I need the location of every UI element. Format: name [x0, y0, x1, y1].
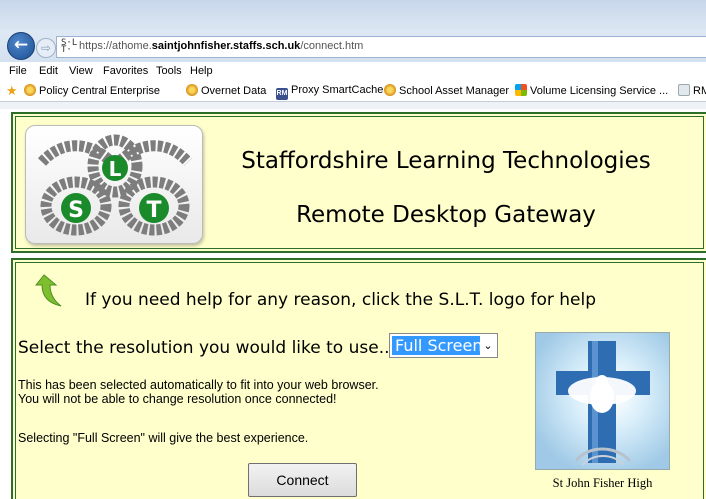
info-auto-selected: This has been selected automatically to … — [18, 378, 379, 392]
browser-content-border — [0, 101, 706, 109]
favorite-label: RM — [693, 85, 706, 97]
help-arrow-icon — [35, 274, 62, 307]
favorite-volume-licensing[interactable]: Volume Licensing Service ... — [515, 84, 668, 97]
favorite-proxy-smartcache[interactable]: RM Proxy SmartCache — [276, 84, 383, 100]
logo-letter-s: S — [68, 198, 84, 223]
favorite-rm[interactable]: RM — [678, 84, 706, 97]
favorite-school-asset-manager[interactable]: School Asset Manager — [384, 84, 509, 97]
favorite-label: School Asset Manager — [399, 85, 510, 97]
page-subtitle: Remote Desktop Gateway — [296, 202, 596, 228]
resolution-selected-value: Full Screen — [392, 336, 480, 355]
menu-help[interactable]: Help — [190, 65, 213, 77]
rm-icon: RM — [276, 88, 288, 100]
slt-knot-logo: L S T — [37, 134, 193, 236]
menu-edit[interactable]: Edit — [39, 65, 58, 77]
url-path: /connect.htm — [300, 40, 364, 52]
help-text: If you need help for any reason, click t… — [85, 290, 597, 310]
ie-icon — [186, 84, 198, 96]
favorite-label: Policy Central Enterprise — [39, 85, 161, 97]
logo-letter-l: L — [109, 157, 122, 181]
header-panel: L S T Staffordshire Learning Technologie… — [11, 112, 706, 253]
resolution-label: Select the resolution you would like to … — [18, 338, 395, 358]
favorite-label: Proxy SmartCache — [291, 84, 384, 96]
info-best-experience: Selecting "Full Screen" will give the be… — [18, 431, 309, 445]
menu-favorites[interactable]: Favorites — [103, 65, 148, 77]
cross-dove-icon — [556, 341, 650, 466]
favorite-label: Overnet Data — [201, 85, 267, 97]
menu-view[interactable]: View — [69, 65, 93, 77]
favorites-bar: ★ Policy Central Enterprise Overnet Data… — [0, 80, 706, 102]
back-button[interactable]: ← — [7, 32, 35, 60]
forward-button[interactable]: ⇨ — [36, 38, 56, 58]
favorite-overnet-data[interactable]: Overnet Data — [186, 84, 266, 97]
menu-file[interactable]: File — [9, 65, 27, 77]
favorites-star-icon[interactable]: ★ — [6, 84, 21, 97]
logo-letter-t: T — [146, 198, 161, 223]
info-cannot-change: You will not be able to change resolutio… — [18, 392, 337, 406]
ie-icon — [24, 84, 36, 96]
connect-button[interactable]: Connect — [248, 463, 357, 497]
menu-bar: File Edit View Favorites Tools Help — [0, 62, 706, 80]
address-bar[interactable]: S·L T· https://athome.saintjohnfisher.sta… — [56, 36, 706, 58]
ie-icon — [384, 84, 396, 96]
url-prefix: https://athome. — [79, 40, 152, 52]
school-cross-image — [535, 332, 670, 470]
resolution-select[interactable]: Full Screen ⌄ — [389, 333, 498, 358]
favorite-policy-central[interactable]: Policy Central Enterprise — [24, 84, 160, 97]
document-icon — [678, 84, 690, 96]
connect-panel: If you need help for any reason, click t… — [11, 258, 706, 499]
url-domain: saintjohnfisher.staffs.sch.uk — [151, 40, 301, 52]
browser-titlebar — [0, 0, 706, 30]
favorite-label: Volume Licensing Service ... — [530, 85, 669, 97]
page-title: Staffordshire Learning Technologies — [241, 148, 651, 174]
menu-tools[interactable]: Tools — [156, 65, 182, 77]
image-caption: St John Fisher High — [552, 476, 653, 490]
slt-logo[interactable]: L S T — [25, 125, 203, 244]
url-text: https://athome.saintjohnfisher.staffs.sc… — [79, 40, 363, 52]
chevron-down-icon: ⌄ — [483, 339, 493, 352]
site-icon: S·L T· — [61, 38, 78, 55]
microsoft-icon — [515, 84, 527, 96]
